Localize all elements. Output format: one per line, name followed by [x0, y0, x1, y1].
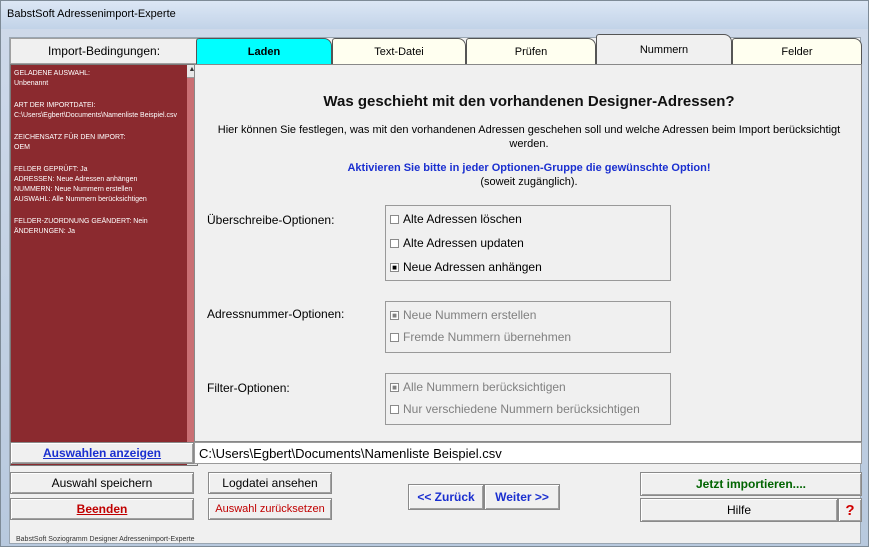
info-selection-label: Geladene Auswahl:	[14, 70, 90, 77]
info-type-label: Art der Importdatei:	[14, 102, 96, 109]
back-button[interactable]: << Zurück	[408, 484, 484, 510]
option-create-numbers[interactable]: ■ Neue Nummern erstellen	[390, 308, 536, 322]
nummern-panel: Was geschieht mit den vorhandenen Design…	[194, 64, 862, 442]
import-now-button[interactable]: Jetzt importieren....	[640, 472, 862, 496]
option-label: Alle Nummern berücksichtigen	[403, 380, 566, 394]
option-delete-old[interactable]: Alte Adressen löschen	[390, 212, 522, 226]
filter-options-group: ■ Alle Nummern berücksichtigen Nur versc…	[385, 373, 671, 425]
window-title: BabstSoft Adressenimport-Experte	[7, 8, 176, 20]
help-question-icon[interactable]: ?	[838, 498, 862, 522]
show-selections-button[interactable]: Auswahlen anzeigen	[10, 442, 194, 464]
info-selection: AUSWAHL: Alle Nummern berücksichtigen	[14, 196, 147, 203]
status-bar-text: BabstSoft Soziogramm Designer Adressenim…	[16, 536, 195, 543]
panel-description: Hier können Sie festlegen, was mit den v…	[217, 124, 841, 150]
radio-unselected-icon	[390, 214, 399, 224]
save-selection-button[interactable]: Auswahl speichern	[10, 472, 194, 494]
view-log-button[interactable]: Logdatei ansehen	[208, 472, 332, 494]
option-label: Alte Adressen löschen	[403, 212, 522, 226]
option-label: Neue Nummern erstellen	[403, 308, 537, 322]
radio-unselected-icon	[390, 404, 399, 414]
radio-unselected-icon	[390, 238, 399, 248]
tab-pruefen[interactable]: Prüfen	[466, 38, 596, 64]
reset-selection-button[interactable]: Auswahl zurücksetzen	[208, 498, 332, 520]
panel-instruction-note: (soweit zugänglich).	[480, 176, 578, 188]
info-charset-label: Zeichensatz für den Import:	[14, 134, 126, 141]
file-path-field[interactable]: C:\Users\Egbert\Documents\Namenliste Bei…	[194, 442, 862, 464]
import-conditions-list[interactable]: Geladene Auswahl: Unbenannt Art der Impo…	[10, 64, 198, 466]
radio-selected-icon: ■	[390, 262, 399, 272]
import-conditions-header: Import-Bedingungen:	[10, 38, 198, 64]
panel-instruction: Aktivieren Sie bitte in jeder Optionen-G…	[347, 162, 711, 174]
info-fields-checked: FELDER GEPRÜFT: Ja	[14, 166, 88, 173]
app-window: BabstSoft Adressenimport-Experte Import-…	[0, 0, 869, 547]
tab-nummern[interactable]: Nummern	[596, 34, 732, 64]
panel-heading: Was geschieht mit den vorhandenen Design…	[323, 93, 735, 110]
main-client-area: Import-Bedingungen: Geladene Auswahl: Un…	[9, 34, 862, 544]
info-type-value: C:\Users\Egbert\Documents\Namenliste Bei…	[14, 112, 178, 119]
overwrite-options-group: Alte Adressen löschen Alte Adressen upda…	[385, 205, 671, 281]
option-label: Fremde Nummern übernehmen	[403, 330, 572, 344]
option-append-new[interactable]: ■ Neue Adressen anhängen	[390, 260, 542, 274]
option-distinct-numbers[interactable]: Nur verschiedene Nummern berücksichtigen	[390, 402, 640, 416]
info-addresses: ADRESSEN: Neue Adressen anhängen	[14, 176, 138, 183]
number-options-label: Adressnummer-Optionen:	[207, 307, 345, 321]
quit-button[interactable]: Beenden	[10, 498, 194, 520]
info-changes: ÄNDERUNGEN: Ja	[14, 228, 76, 235]
overwrite-options-label: Überschreibe-Optionen:	[207, 213, 335, 227]
option-label: Nur verschiedene Nummern berücksichtigen	[403, 402, 640, 416]
radio-unselected-icon	[390, 332, 399, 342]
next-button[interactable]: Weiter >>	[484, 484, 560, 510]
help-button[interactable]: Hilfe	[640, 498, 838, 522]
tab-text-datei[interactable]: Text-Datei	[332, 38, 466, 64]
info-charset-value: OEM	[14, 144, 30, 151]
option-all-numbers[interactable]: ■ Alle Nummern berücksichtigen	[390, 380, 566, 394]
title-bar[interactable]: BabstSoft Adressenimport-Experte	[1, 1, 868, 29]
radio-selected-icon: ■	[390, 382, 399, 392]
option-label: Alte Adressen updaten	[403, 236, 524, 250]
option-adopt-foreign[interactable]: Fremde Nummern übernehmen	[390, 330, 571, 344]
radio-selected-icon: ■	[390, 310, 399, 320]
option-label: Neue Adressen anhängen	[403, 260, 542, 274]
filter-options-label: Filter-Optionen:	[207, 381, 290, 395]
tab-felder[interactable]: Felder	[732, 38, 862, 64]
info-numbers: NUMMERN: Neue Nummern erstellen	[14, 186, 133, 193]
option-update-old[interactable]: Alte Adressen updaten	[390, 236, 524, 250]
tab-laden[interactable]: Laden	[196, 38, 332, 64]
number-options-group: ■ Neue Nummern erstellen Fremde Nummern …	[385, 301, 671, 353]
info-selection-value: Unbenannt	[14, 80, 49, 87]
info-field-mapping: FELDER-ZUORDNUNG GEÄNDERT: Nein	[14, 218, 148, 225]
